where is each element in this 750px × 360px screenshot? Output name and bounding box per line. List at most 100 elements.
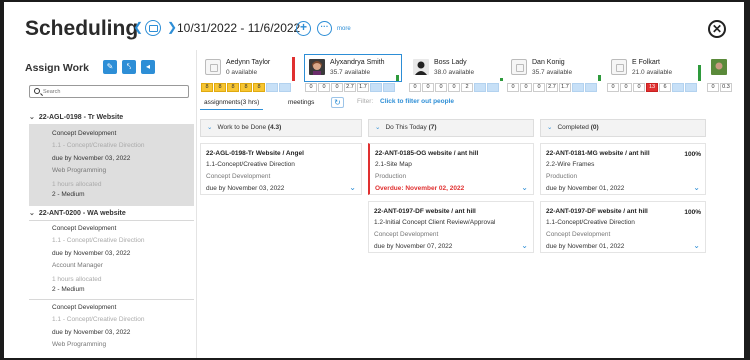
- hours-cell: 0.3: [720, 83, 732, 92]
- column-header-completed[interactable]: ⌄ Completed (0): [540, 119, 706, 137]
- hours-cell: 13: [646, 83, 658, 92]
- hours-cell: [672, 83, 684, 92]
- hours-cell: [487, 83, 499, 92]
- availability-bar: [500, 78, 503, 81]
- hours-cell: 1.7: [357, 83, 369, 92]
- task-item[interactable]: Concept Development 1.1 - Concept/Creati…: [29, 300, 194, 358]
- project-header[interactable]: ⌄ 22-AGL-0198 - Tr Website: [29, 113, 123, 121]
- hours-cell: [279, 83, 291, 92]
- availability-bar: [292, 57, 295, 81]
- refresh-icon[interactable]: ↻: [331, 97, 344, 108]
- hours-cell: [474, 83, 486, 92]
- search-box[interactable]: [29, 85, 189, 98]
- collapse-left-icon[interactable]: ◂: [141, 60, 155, 74]
- chevron-down-icon: ⌄: [29, 114, 35, 121]
- work-card-completed[interactable]: 22-ANT-0181-MG website / ant hill 100% 2…: [540, 143, 706, 195]
- person-card[interactable]: Aedynn Taylor 0 available 8 8 8 8 8: [200, 54, 298, 93]
- hours-cell: 0: [607, 83, 619, 92]
- hours-cell: 8: [253, 83, 265, 92]
- chevron-down-icon[interactable]: ⌄: [521, 241, 528, 250]
- chevron-down-icon: ⌄: [207, 124, 213, 131]
- column-header-do-this-today[interactable]: ⌄ Do This Today (7): [368, 119, 534, 137]
- people-strip: Aedynn Taylor 0 available 8 8 8 8 8 Alyx…: [200, 54, 744, 95]
- availability-bar: [598, 75, 601, 81]
- task-item[interactable]: Concept Development 1.1 - Concept/Creati…: [29, 124, 194, 206]
- hours-cell: 0: [507, 83, 519, 92]
- hours-cell: [685, 83, 697, 92]
- work-card-overdue[interactable]: 22-ANT-0185-OG website / ant hill 2.1-Si…: [368, 143, 534, 195]
- hours-cell: [266, 83, 278, 92]
- close-button[interactable]: ✕: [708, 20, 726, 38]
- person-card-selected[interactable]: Alyxandrya Smith 35.7 available 0 0 0 2.…: [304, 54, 402, 93]
- percent-complete: 100%: [684, 151, 701, 158]
- search-input[interactable]: [43, 87, 183, 97]
- work-card[interactable]: 22-ANT-0197-DF website / ant hill 1.2-In…: [368, 201, 534, 253]
- person-card[interactable]: E Folkart 21.0 available 0 0 0 13 6: [606, 54, 704, 93]
- project-header[interactable]: ⌄ 22-ANT-0200 - WA website: [29, 209, 126, 217]
- assign-work-title: Assign Work: [25, 62, 89, 74]
- hours-cell: 0: [331, 83, 343, 92]
- hours-cell: [370, 83, 382, 92]
- hours-cell: 2.7: [344, 83, 356, 92]
- search-icon: [34, 88, 40, 94]
- work-card-completed[interactable]: 22-ANT-0197-DF website / ant hill 100% 1…: [540, 201, 706, 253]
- chevron-down-icon: ⌄: [375, 124, 381, 131]
- hours-cell: 8: [227, 83, 239, 92]
- chevron-down-icon: ⌄: [29, 210, 35, 217]
- header: Scheduling ❮ ❯ 10/31/2022 - 11/6/2022 + …: [4, 2, 744, 50]
- hours-cell: 6: [659, 83, 671, 92]
- availability-bar: [396, 75, 399, 81]
- chevron-down-icon: ⌄: [547, 124, 553, 131]
- chevron-left-icon[interactable]: ❮: [133, 20, 143, 34]
- person-card[interactable]: Boss Lady 38.0 available 0 0 0 0 2: [408, 54, 506, 93]
- avatar: [413, 59, 429, 75]
- tab-assignments[interactable]: assignments(3 hrs): [200, 97, 264, 110]
- avatar: [309, 59, 325, 75]
- edit-icon[interactable]: ✎: [103, 60, 117, 74]
- hours-cell: 0: [633, 83, 645, 92]
- hours-cell: 1.7: [559, 83, 571, 92]
- assign-work-panel: Assign Work ✎ ⤣ ◂ ⌄22-AGL-0198 - Tr Webs…: [4, 50, 194, 358]
- person-card[interactable]: Dan Konig 35.7 available 0 0 0 2.7 1.7: [506, 54, 604, 93]
- chevron-down-icon[interactable]: ⌄: [693, 241, 700, 250]
- hours-cell: 2.7: [546, 83, 558, 92]
- filter-label: Filter:: [357, 98, 374, 105]
- task-item[interactable]: Concept Development 1.1 - Concept/Creati…: [29, 221, 194, 299]
- page-title: Scheduling: [25, 17, 139, 40]
- hours-cell: 0: [422, 83, 434, 92]
- more-button[interactable]: ···: [317, 21, 332, 36]
- hours-cell: 0: [533, 83, 545, 92]
- chevron-down-icon[interactable]: ⌄: [349, 183, 356, 192]
- add-button[interactable]: +: [296, 21, 311, 36]
- avatar: [611, 59, 627, 75]
- calendar-icon[interactable]: [145, 20, 161, 36]
- hours-cell: 2: [461, 83, 473, 92]
- filter-link[interactable]: Click to filter out people: [380, 98, 454, 105]
- scheduling-window: Scheduling ❮ ❯ 10/31/2022 - 11/6/2022 + …: [4, 2, 744, 358]
- chevron-down-icon[interactable]: ⌄: [521, 183, 528, 192]
- availability-bar: [698, 65, 701, 81]
- avatar: [205, 59, 221, 75]
- hours-cell: 0: [435, 83, 447, 92]
- daily-hours: 0 0 0 2.7 1.7: [305, 83, 396, 92]
- expand-icon[interactable]: ⤣: [122, 60, 136, 74]
- person-card-partial[interactable]: 0 0.3: [706, 54, 744, 93]
- hours-cell: 0: [318, 83, 330, 92]
- hours-cell: 0: [305, 83, 317, 92]
- work-card[interactable]: 22-AGL-0198-Tr Website / Angel 1.1-Conce…: [200, 143, 362, 195]
- more-label[interactable]: more: [337, 26, 351, 32]
- chevron-down-icon[interactable]: ⌄: [693, 183, 700, 192]
- hours-cell: [572, 83, 584, 92]
- hours-cell: 8: [201, 83, 213, 92]
- tab-meetings[interactable]: meetings: [284, 97, 318, 110]
- daily-hours: 0 0 0 0 2: [409, 83, 500, 92]
- chevron-right-icon[interactable]: ❯: [167, 20, 177, 34]
- daily-hours: 8 8 8 8 8: [201, 83, 292, 92]
- date-range: 10/31/2022 - 11/6/2022: [177, 21, 301, 35]
- hours-cell: 0: [520, 83, 532, 92]
- overdue-date: Overdue: November 02, 2022: [375, 185, 465, 192]
- avatar: [711, 59, 727, 75]
- daily-hours: 0 0 0 2.7 1.7: [507, 83, 598, 92]
- hours-cell: 0: [620, 83, 632, 92]
- column-header-work-to-be-done[interactable]: ⌄ Work to be Done (4.3): [200, 119, 362, 137]
